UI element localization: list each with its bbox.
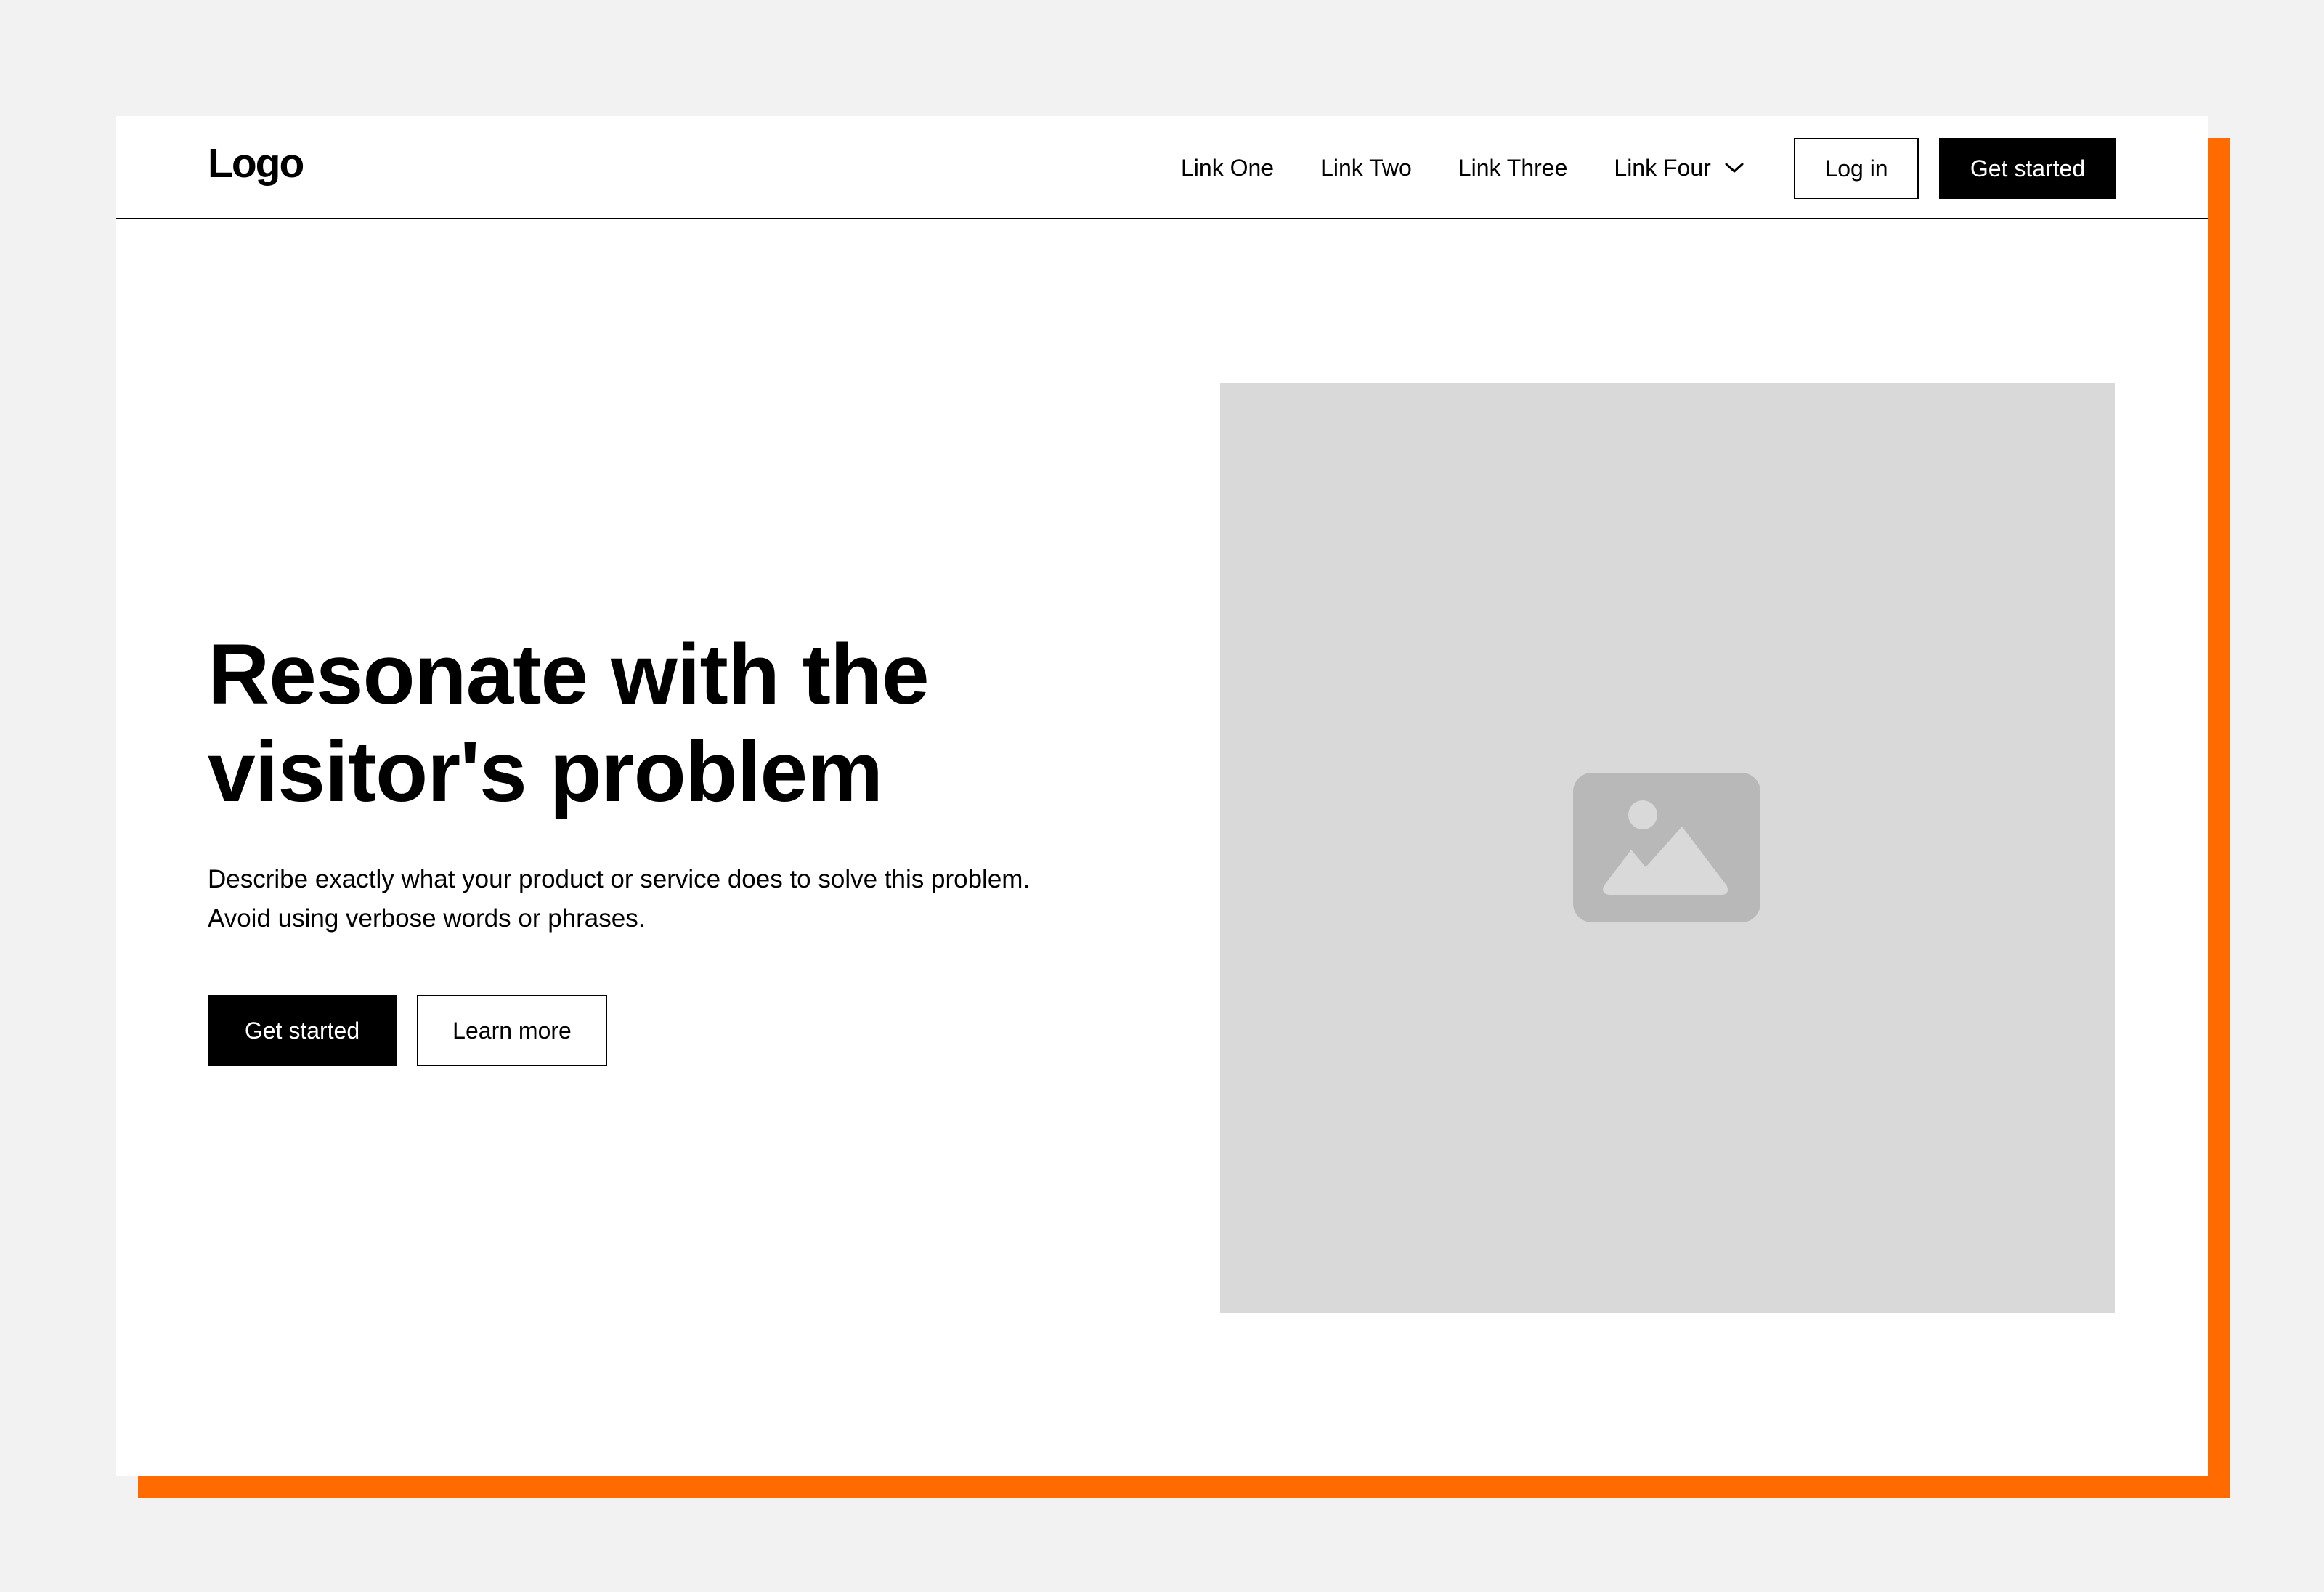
- logo[interactable]: Logo: [208, 138, 304, 189]
- nav-links: Link One Link Two Link Three Link Four: [1181, 116, 1744, 219]
- hero-headline: Resonate with the visitor's problem: [208, 626, 1152, 821]
- hero-image-placeholder: [1220, 383, 2115, 1313]
- navbar: Logo Link One Link Two Link Three Link F…: [116, 116, 2208, 219]
- chevron-down-icon: [1725, 163, 1744, 173]
- nav-dropdown-label: Link Four: [1614, 154, 1711, 181]
- hero-headline-line1: Resonate with the: [208, 627, 930, 723]
- hero-description-line1: Describe exactly what your product or se…: [208, 865, 1031, 893]
- hero-description-line2: Avoid using verbose words or phrases.: [208, 904, 646, 933]
- hero-get-started-button[interactable]: Get started: [208, 995, 397, 1066]
- nav-link-one[interactable]: Link One: [1181, 155, 1274, 182]
- nav-link-two[interactable]: Link Two: [1320, 155, 1412, 182]
- hero-description: Describe exactly what your product or se…: [208, 860, 1152, 938]
- learn-more-button[interactable]: Learn more: [417, 995, 607, 1066]
- hero-headline-line2: visitor's problem: [208, 724, 883, 820]
- nav-link-three[interactable]: Link Three: [1458, 155, 1568, 182]
- page-frame: Logo Link One Link Two Link Three Link F…: [116, 116, 2208, 1476]
- image-placeholder-icon: [1573, 773, 1760, 922]
- login-button[interactable]: Log in: [1794, 138, 1919, 199]
- nav-get-started-button[interactable]: Get started: [1939, 138, 2116, 199]
- nav-dropdown-four[interactable]: Link Four: [1614, 155, 1744, 182]
